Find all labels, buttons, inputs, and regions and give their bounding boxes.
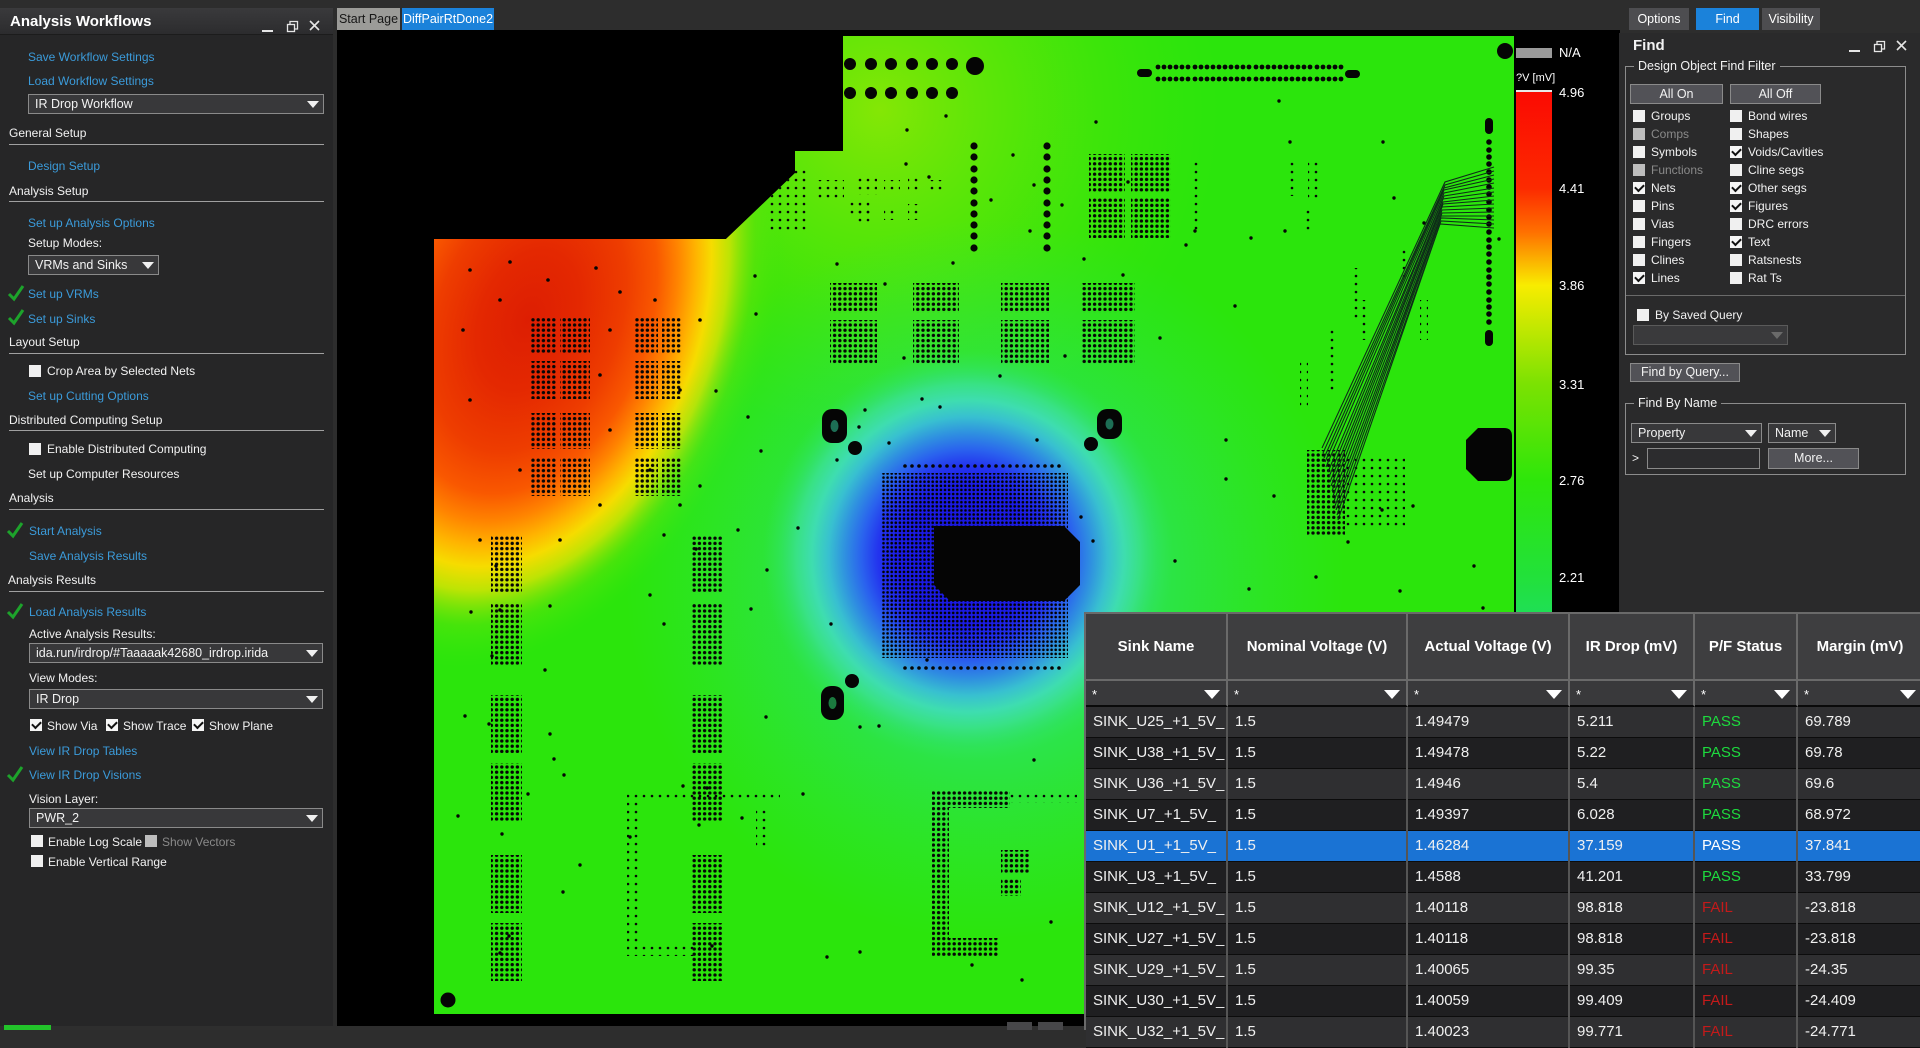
svg-text:2.21: 2.21 xyxy=(1559,570,1584,585)
svg-text:4.96: 4.96 xyxy=(1559,85,1584,100)
svg-text:4.41: 4.41 xyxy=(1559,181,1584,196)
svg-text:?V [mV]: ?V [mV] xyxy=(1516,72,1555,84)
svg-text:N/A: N/A xyxy=(1559,45,1581,60)
svg-text:3.31: 3.31 xyxy=(1559,377,1584,392)
svg-text:3.86: 3.86 xyxy=(1559,278,1584,293)
svg-text:2.76: 2.76 xyxy=(1559,473,1584,488)
